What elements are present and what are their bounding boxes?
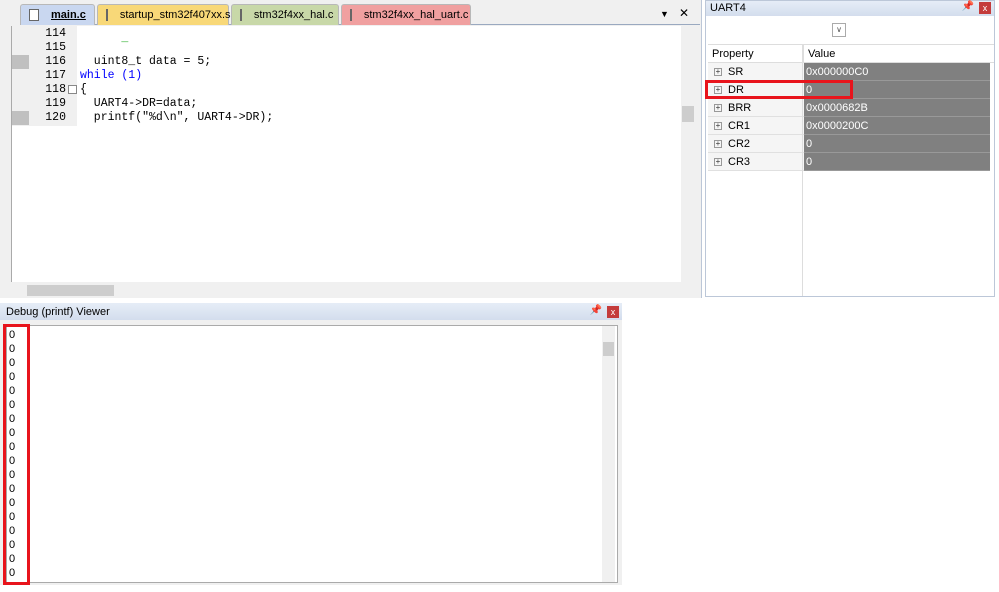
code-line: uint8_t data = 5; <box>80 55 212 68</box>
expand-icon[interactable]: + <box>714 122 722 130</box>
tab-controls: ▼ ✕ <box>660 6 689 20</box>
line-number: 118 <box>45 83 66 96</box>
property-row[interactable]: + CR1 0x0000200C <box>708 117 996 135</box>
line-number: 114 <box>45 27 66 40</box>
property-value[interactable]: 0x0000200C <box>804 117 990 135</box>
close-icon[interactable]: x <box>979 2 991 14</box>
line-number: 115 <box>45 41 66 54</box>
property-name: CR1 <box>728 120 751 132</box>
collapse-icon[interactable] <box>68 85 77 94</box>
property-row[interactable]: + CR3 0 <box>708 153 996 171</box>
property-value[interactable]: 0x000000C0 <box>804 63 990 81</box>
pin-icon[interactable]: 📌 <box>962 1 974 12</box>
file-icon <box>349 9 352 21</box>
vertical-scrollbar[interactable] <box>681 26 695 282</box>
code-line: _ <box>80 32 129 45</box>
panel-title-bar: Debug (printf) Viewer 📌 x <box>0 303 622 320</box>
line-number: 116 <box>45 55 66 68</box>
expand-icon[interactable]: + <box>714 104 722 112</box>
expand-icon[interactable]: + <box>714 68 722 76</box>
vertical-scrollbar[interactable] <box>602 326 615 582</box>
close-icon[interactable]: ✕ <box>679 6 689 20</box>
code-line: while (1) <box>80 69 143 82</box>
horizontal-scrollbar[interactable] <box>22 284 695 297</box>
tab-hal[interactable]: stm32f4xx_hal.c <box>230 4 339 25</box>
output-highlight-box <box>3 324 30 585</box>
debug-printf-viewer: Debug (printf) Viewer 📌 x 0000000000000000… <box>0 303 622 585</box>
dropdown-chevron-icon[interactable]: ∨ <box>832 23 846 37</box>
col-property: Property <box>708 45 804 62</box>
property-value[interactable]: 0x0000682B <box>804 99 990 117</box>
tab-main-c[interactable]: main.c <box>20 4 95 25</box>
property-value[interactable]: 0 <box>804 135 990 153</box>
breakpoint-margin[interactable] <box>12 111 29 125</box>
breakpoint-margin[interactable] <box>12 55 29 69</box>
property-name: SR <box>728 66 744 78</box>
dr-highlight-box <box>705 80 853 99</box>
scroll-thumb[interactable] <box>682 106 694 122</box>
tab-startup[interactable]: startup_stm32f407xx.s <box>96 4 231 25</box>
property-header: Property Value <box>708 44 994 63</box>
line-number: 117 <box>45 69 66 82</box>
expand-icon[interactable]: + <box>714 140 722 148</box>
code-line: { <box>80 83 87 96</box>
code-line: UART4->DR=data; <box>80 97 198 110</box>
pin-icon[interactable]: 📌 <box>590 305 602 316</box>
panel-title: Debug (printf) Viewer <box>6 306 110 318</box>
property-name: BRR <box>728 102 752 114</box>
line-number: 120 <box>45 111 66 124</box>
scroll-thumb[interactable] <box>603 342 614 356</box>
property-value[interactable]: 0 <box>804 153 990 171</box>
property-name: CR3 <box>728 156 751 168</box>
editor-tabs: main.c startup_stm32f407xx.s stm32f4xx_h… <box>20 4 700 25</box>
close-icon[interactable]: x <box>607 306 619 318</box>
tab-hal-uart[interactable]: stm32f4xx_hal_uart.c <box>340 4 471 25</box>
printf-output[interactable]: 000000000000000000 <box>6 325 618 583</box>
scroll-thumb[interactable] <box>27 285 114 296</box>
expand-icon[interactable]: + <box>714 158 722 166</box>
col-value: Value <box>808 48 836 60</box>
file-icon <box>29 9 39 21</box>
editor-panel: main.c startup_stm32f407xx.s stm32f4xx_h… <box>0 0 702 298</box>
property-row[interactable]: + SR 0x000000C0 <box>708 63 996 81</box>
property-row[interactable]: + BRR 0x0000682B <box>708 99 996 117</box>
file-icon <box>239 9 242 21</box>
code-editor[interactable]: 114 115 116 117 118 119 120 _ uint8_t da… <box>11 26 681 282</box>
uart4-peripheral-panel: UART4 📌 x ∨ Property Value + SR 0x000000C0 +… <box>705 0 995 297</box>
tab-menu-icon[interactable]: ▼ <box>660 9 669 19</box>
code-line: printf("%d\n", UART4->DR); <box>80 111 274 124</box>
line-number: 119 <box>45 97 66 110</box>
file-icon <box>105 9 108 21</box>
property-row[interactable]: + CR2 0 <box>708 135 996 153</box>
property-name: CR2 <box>728 138 751 150</box>
panel-title-bar: UART4 📌 x <box>706 1 994 16</box>
panel-title: UART4 <box>710 2 746 14</box>
